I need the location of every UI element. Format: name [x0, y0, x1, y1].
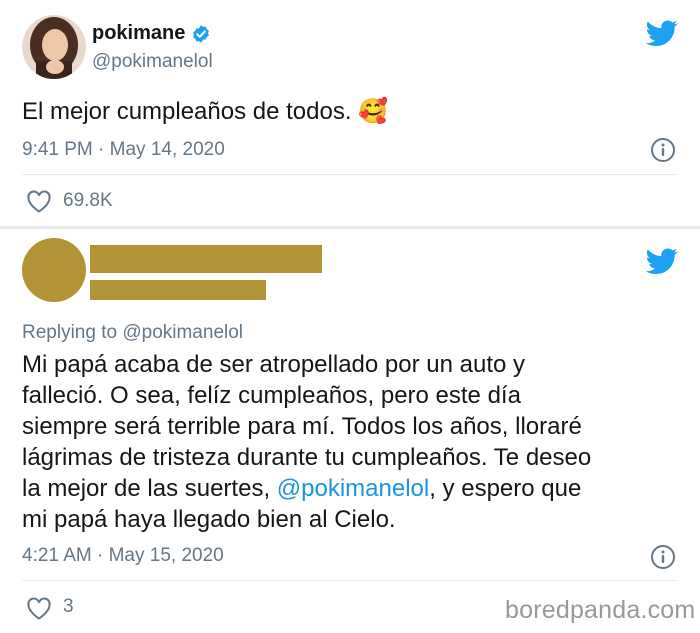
reply-text-line: lágrimas de tristeza durante tu cumpleañ…: [22, 444, 592, 471]
avatar-redacted: [22, 238, 86, 302]
tweet-card-pokimane: pokimane @pokimanelol El mejor cumpleaño…: [0, 0, 700, 229]
heart-icon[interactable]: [26, 597, 52, 621]
display-name-redacted: [90, 245, 322, 273]
reply-text-line: mi papá haya llegado bien al Cielo.: [22, 506, 396, 533]
reply-text: Mi papá acaba de ser atropellado por un …: [22, 349, 591, 535]
reply-text-line: Mi papá acaba de ser atropellado por un …: [22, 351, 526, 378]
user-handle[interactable]: @pokimanelol: [92, 51, 213, 73]
tweet-text-content: El mejor cumpleaños de todos.: [22, 98, 352, 125]
watermark: boredpanda.com: [505, 596, 696, 624]
twitter-bird-icon[interactable]: [646, 20, 678, 47]
reply-text-line: falleció. O sea, felíz cumpleaños, pero …: [22, 382, 521, 409]
like-count: 69.8K: [63, 190, 113, 211]
mention-link[interactable]: @pokimanelol: [277, 475, 429, 502]
display-name[interactable]: pokimane: [92, 22, 211, 45]
info-icon[interactable]: [650, 137, 676, 163]
avatar-pokimane[interactable]: [22, 15, 86, 79]
heart-icon[interactable]: [26, 190, 52, 214]
divider: [22, 580, 678, 581]
display-name-text[interactable]: pokimane: [92, 22, 185, 45]
reply-text-segment: la mejor de las suertes,: [22, 475, 277, 502]
tweet-card-reply: Replying to @pokimanelol Mi papá acaba d…: [0, 229, 700, 633]
reply-text-line: la mejor de las suertes, @pokimanelol, y…: [22, 473, 591, 504]
reply-text-segment: , y espero que: [429, 475, 582, 502]
tweet-text: El mejor cumpleaños de todos. 🥰: [22, 96, 388, 127]
smiling-face-hearts-emoji: 🥰: [358, 97, 389, 125]
handle-redacted: [90, 280, 266, 300]
divider: [22, 174, 678, 175]
tweet-timestamp[interactable]: 4:21 AM · May 15, 2020: [22, 545, 224, 567]
replying-to[interactable]: Replying to @pokimanelol: [22, 322, 243, 344]
info-icon[interactable]: [650, 544, 676, 570]
tweet-timestamp[interactable]: 9:41 PM · May 14, 2020: [22, 139, 225, 161]
verified-badge-icon: [193, 24, 210, 43]
like-count: 3: [63, 596, 74, 617]
reply-text-line: siempre será terrible para mí. Todos los…: [22, 413, 582, 440]
twitter-bird-icon[interactable]: [646, 248, 678, 275]
